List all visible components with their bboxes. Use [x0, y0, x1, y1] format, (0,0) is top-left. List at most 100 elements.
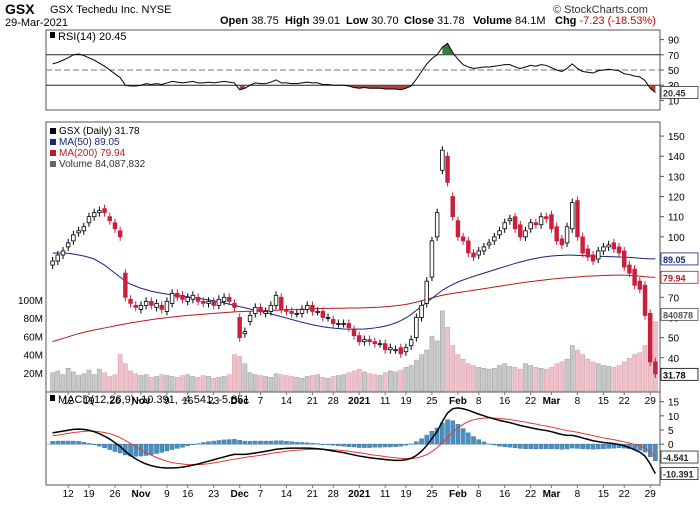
- candle-body: [512, 216, 518, 230]
- candle-body: [201, 300, 206, 304]
- volume-bar: [91, 374, 97, 392]
- volume-bar: [341, 374, 346, 392]
- candle-body: [466, 240, 471, 254]
- volume-bar: [112, 374, 118, 392]
- volume-bar: [351, 370, 357, 392]
- macd-histogram-bar: [268, 440, 274, 445]
- macd-histogram-bar: [50, 441, 55, 445]
- volume-bar: [164, 375, 170, 392]
- candle-body: [175, 292, 180, 298]
- candle-body: [424, 280, 429, 304]
- volume-bar: [585, 358, 591, 392]
- candle-body: [518, 224, 523, 238]
- candle-body: [382, 343, 388, 351]
- candle-body: [305, 304, 310, 310]
- candle-body: [55, 254, 61, 262]
- candle-body: [403, 347, 409, 353]
- candle-body: [492, 236, 497, 242]
- volume-bar: [289, 376, 294, 392]
- volume-bar: [143, 374, 149, 392]
- candle-body: [351, 329, 357, 336]
- candle-body: [362, 339, 367, 343]
- candle-body: [460, 236, 466, 242]
- candle-body: [601, 246, 606, 252]
- x-tick-label: 8: [575, 396, 581, 407]
- price-legend-item: MA(50) 89.05: [59, 137, 120, 148]
- rsi-value-tag: 20.45: [663, 88, 686, 98]
- volume-bar: [247, 372, 253, 392]
- price-tick-label: 150: [668, 132, 685, 143]
- macd-histogram-bar: [606, 443, 611, 449]
- volume-bar: [174, 377, 180, 392]
- candle-body: [481, 246, 487, 252]
- macd-histogram-bar: [320, 443, 326, 445]
- price-tick-label: 110: [668, 213, 684, 224]
- macd-histogram-bar: [76, 441, 81, 445]
- macd-histogram-bar: [107, 443, 113, 450]
- price-tick-label: 140: [668, 152, 685, 163]
- macd-histogram-bar: [330, 443, 336, 446]
- volume-bar: [575, 349, 580, 392]
- volume-bar: [372, 374, 378, 392]
- macd-histogram-bar: [310, 443, 315, 445]
- candle-body: [263, 311, 268, 314]
- candle-body: [564, 226, 570, 244]
- volume-bar: [211, 378, 217, 392]
- candle-body: [60, 250, 66, 256]
- candle-body: [538, 216, 544, 226]
- candle-body: [486, 242, 492, 246]
- volume-bar: [346, 372, 352, 392]
- macd-legend-swatch: [50, 395, 55, 401]
- volume-bar: [154, 376, 159, 392]
- candle-body: [414, 317, 419, 339]
- volume-bar: [653, 321, 658, 392]
- volume-bar: [549, 367, 554, 392]
- candle-body: [91, 212, 97, 218]
- x-tick-label: 15: [598, 396, 610, 407]
- x-tick-label: 14: [281, 396, 293, 407]
- candle-body: [356, 335, 362, 343]
- volume-bar: [434, 340, 440, 392]
- macd-value-tag: -4.541: [663, 453, 689, 463]
- rsi-tick-label: 50: [668, 66, 680, 77]
- volume-bar: [408, 365, 414, 392]
- macd-histogram-bar: [554, 443, 559, 450]
- volume-bar: [320, 377, 326, 392]
- volume-bar: [232, 354, 237, 392]
- volume-bar: [273, 373, 279, 392]
- candle-body: [71, 234, 76, 242]
- candle-body: [180, 294, 185, 300]
- macd-histogram-bar: [86, 443, 92, 445]
- volume-bar: [414, 359, 419, 392]
- macd-histogram-bar: [512, 443, 518, 449]
- candle-body: [507, 218, 513, 222]
- volume-bar: [180, 375, 185, 392]
- x-tick-label: Mar: [543, 489, 561, 500]
- candle-body: [294, 313, 300, 315]
- x-tick-label: 25: [426, 396, 438, 407]
- candle-body: [232, 302, 237, 308]
- macd-histogram-bar: [55, 440, 61, 445]
- price-legend-swatch: [50, 139, 56, 145]
- macd-histogram-bar: [190, 443, 196, 445]
- candle-body: [128, 298, 133, 304]
- candle-body: [445, 155, 450, 183]
- x-tick-label: 22: [619, 396, 631, 407]
- macd-histogram-bar: [492, 443, 497, 446]
- macd-histogram-bar: [382, 443, 388, 448]
- volume-bar: [252, 374, 258, 392]
- candle-body: [616, 246, 622, 254]
- candle-body: [528, 222, 533, 230]
- macd-histogram-bar: [559, 443, 565, 450]
- macd-histogram-bar: [149, 443, 154, 455]
- volume-bar: [123, 363, 128, 392]
- macd-histogram-bar: [341, 443, 346, 447]
- x-tick-label: 12: [63, 489, 75, 500]
- volume-bar: [310, 375, 315, 392]
- volume-bar: [377, 375, 383, 392]
- candle-body: [107, 216, 112, 222]
- candle-body: [284, 308, 289, 312]
- candle-body: [325, 317, 331, 319]
- macd-histogram-bar: [580, 443, 585, 449]
- macd-histogram-bar: [102, 443, 107, 449]
